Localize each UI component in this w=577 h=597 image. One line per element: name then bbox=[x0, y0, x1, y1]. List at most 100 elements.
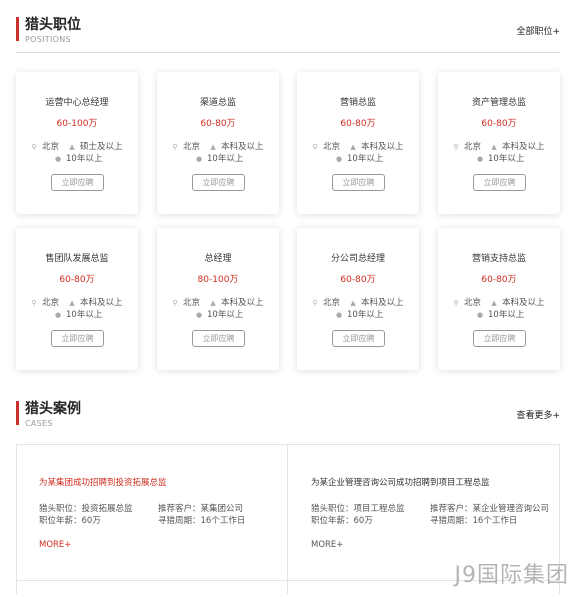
location-pin-icon: ⚲ bbox=[453, 299, 459, 307]
location-pin-icon: ⚲ bbox=[312, 143, 318, 151]
case-meta-left: 猎头职位：项目工程总监 职位年薪：60万 bbox=[311, 503, 405, 527]
job-education: 硕士及以上 bbox=[80, 142, 123, 152]
job-card: 资产管理总监 60-80万 ⚲ 北京 ▲ 本科及以上 ● 10年以上 立即应聘 bbox=[438, 72, 560, 214]
job-experience: 10年以上 bbox=[207, 310, 244, 320]
case-client: 推荐客户：某集团公司 bbox=[158, 504, 244, 514]
clock-icon: ● bbox=[195, 155, 203, 163]
job-experience: 10年以上 bbox=[66, 310, 103, 320]
job-city: 北京 bbox=[183, 298, 201, 308]
cases-row-divider bbox=[16, 580, 287, 581]
job-info-row: ⚲ 北京 ▲ 本科及以上 bbox=[311, 296, 404, 308]
job-info-row: ⚲ 北京 ▲ 本科及以上 bbox=[171, 140, 264, 152]
job-info-row: ● 10年以上 bbox=[476, 152, 524, 164]
job-title: 营销支持总监 bbox=[471, 254, 526, 264]
graduation-cap-icon: ▲ bbox=[69, 143, 75, 151]
location-pin-icon: ⚲ bbox=[312, 299, 318, 307]
apply-button[interactable]: 立即应聘 bbox=[192, 174, 245, 191]
cases-subtitle: CASES bbox=[25, 419, 53, 428]
clock-icon: ● bbox=[476, 155, 484, 163]
job-experience: 10年以上 bbox=[347, 154, 384, 164]
job-info-row: ⚲ 北京 ▲ 本科及以上 bbox=[311, 140, 404, 152]
job-info-row: ● 10年以上 bbox=[476, 308, 524, 320]
job-title: 售团队发展总监 bbox=[45, 254, 109, 264]
location-pin-icon: ⚲ bbox=[453, 143, 459, 151]
case-meta-right: 推荐客户：某企业管理咨询公司 寻猎周期：16个工作日 bbox=[430, 503, 549, 527]
section-accent-bar bbox=[16, 401, 19, 425]
job-title: 分公司总经理 bbox=[330, 254, 385, 264]
apply-button[interactable]: 立即应聘 bbox=[51, 330, 104, 347]
job-salary: 60-80万 bbox=[481, 275, 517, 285]
location-pin-icon: ⚲ bbox=[172, 299, 178, 307]
job-info-row: ● 10年以上 bbox=[54, 152, 102, 164]
job-education: 本科及以上 bbox=[361, 142, 404, 152]
job-info-row: ● 10年以上 bbox=[195, 152, 243, 164]
case-salary: 职位年薪：60万 bbox=[39, 516, 101, 526]
apply-button[interactable]: 立即应聘 bbox=[192, 330, 245, 347]
graduation-cap-icon: ▲ bbox=[350, 143, 356, 151]
clock-icon: ● bbox=[476, 311, 484, 319]
job-title: 总经理 bbox=[204, 254, 232, 264]
job-info-row: ⚲ 北京 ▲ 硕士及以上 bbox=[30, 140, 123, 152]
job-education: 本科及以上 bbox=[80, 298, 123, 308]
job-card: 营销支持总监 60-80万 ⚲ 北京 ▲ 本科及以上 ● 10年以上立即应聘 bbox=[438, 228, 560, 370]
job-info-row: ⚲ 北京 ▲ 本科及以上 bbox=[452, 296, 544, 308]
case-salary: 职位年薪：60万 bbox=[311, 516, 373, 526]
job-education: 本科及以上 bbox=[502, 142, 545, 152]
cases-header: 猎头案例 CASES 查看更多+ bbox=[16, 400, 560, 440]
case-title[interactable]: 为某企业管理咨询公司成功招聘到项目工程总监 bbox=[311, 476, 490, 488]
job-experience: 10年以上 bbox=[347, 310, 384, 320]
positions-title: 猎头职位 bbox=[25, 17, 81, 33]
job-experience: 10年以上 bbox=[207, 154, 244, 164]
job-education: 本科及以上 bbox=[361, 298, 404, 308]
apply-button[interactable]: 立即应聘 bbox=[51, 174, 104, 191]
case-position: 猎头职位：投资拓展总监 bbox=[39, 504, 133, 514]
apply-button[interactable]: 立即应聘 bbox=[332, 174, 385, 191]
job-city: 北京 bbox=[464, 142, 482, 152]
job-info-row: ⚲ 北京 ▲ 本科及以上 bbox=[452, 140, 545, 152]
positions-header: 猎头职位 POSITIONS 全部职位+ bbox=[16, 16, 560, 56]
all-positions-link[interactable]: 全部职位+ bbox=[516, 24, 560, 37]
graduation-cap-icon: ▲ bbox=[210, 143, 216, 151]
job-card: 渠道总监 60-80万 ⚲ 北京 ▲ 本科及以上 ● 10年以上 立即应聘 bbox=[157, 72, 279, 214]
case-period: 寻猎周期：16个工作日 bbox=[430, 516, 518, 526]
job-salary: 80-100万 bbox=[197, 275, 239, 285]
job-city: 北京 bbox=[42, 142, 60, 152]
job-info-row: ⚲ 北京 ▲ 本科及以上 bbox=[30, 296, 123, 308]
job-info-row: ● 10年以上 bbox=[335, 152, 383, 164]
apply-button[interactable]: 立即应聘 bbox=[332, 330, 385, 347]
job-card: 运营中心总经理 60-100万 ⚲ 北京 ▲ 硕士及以上 ● 10年以上 立即应聘 bbox=[16, 72, 138, 214]
apply-button[interactable]: 立即应聘 bbox=[473, 330, 526, 347]
graduation-cap-icon: ▲ bbox=[69, 299, 75, 307]
job-card: 分公司总经理 60-80万 ⚲ 北京 ▲ 本科及以上 ● 10年以上立即应聘 bbox=[297, 228, 419, 370]
job-salary: 60-80万 bbox=[481, 119, 517, 129]
case-position: 猎头职位：项目工程总监 bbox=[311, 504, 405, 514]
job-city: 北京 bbox=[323, 298, 341, 308]
case-meta-right: 推荐客户：某集团公司 寻猎周期：16个工作日 bbox=[158, 503, 245, 527]
job-salary: 60-80万 bbox=[340, 119, 376, 129]
clock-icon: ● bbox=[335, 311, 343, 319]
case-period: 寻猎周期：16个工作日 bbox=[158, 516, 246, 526]
job-card: 售团队发展总监 60-80万 ⚲ 北京 ▲ 本科及以上 ● 10年以上 立即应聘 bbox=[16, 228, 138, 370]
job-education: 本科及以上 bbox=[221, 298, 264, 308]
case-item-1: 为某集团成功招聘到投资拓展总监 猎头职位：投资拓展总监 职位年薪：60万 推荐客… bbox=[16, 444, 287, 580]
location-pin-icon: ⚲ bbox=[31, 143, 37, 151]
job-experience: 10年以上 bbox=[66, 154, 103, 164]
job-salary: 60-80万 bbox=[340, 275, 376, 285]
apply-button[interactable]: 立即应聘 bbox=[473, 174, 526, 191]
location-pin-icon: ⚲ bbox=[172, 143, 178, 151]
cases-title: 猎头案例 bbox=[25, 401, 81, 417]
job-education: 本科及以上 bbox=[221, 142, 264, 152]
case-title[interactable]: 为某集团成功招聘到投资拓展总监 bbox=[39, 476, 167, 488]
job-salary: 60-80万 bbox=[200, 119, 236, 129]
job-city: 北京 bbox=[323, 142, 341, 152]
case-client: 推荐客户：某企业管理咨询公司 bbox=[430, 504, 550, 514]
view-more-cases-link[interactable]: 查看更多+ bbox=[516, 408, 560, 421]
job-info-row: ⚲ 北京 ▲ 本科及以上 bbox=[171, 296, 264, 308]
graduation-cap-icon: ▲ bbox=[350, 299, 356, 307]
case-more-link[interactable]: MORE+ bbox=[39, 540, 71, 550]
clock-icon: ● bbox=[54, 155, 62, 163]
job-title: 运营中心总经理 bbox=[45, 98, 109, 108]
job-city: 北京 bbox=[183, 142, 201, 152]
clock-icon: ● bbox=[54, 311, 62, 319]
case-more-link[interactable]: MORE+ bbox=[311, 540, 343, 550]
